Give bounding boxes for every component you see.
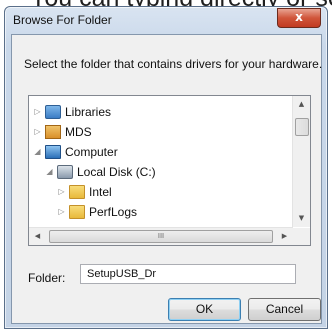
tree-item-label: Local Disk (C:) xyxy=(77,165,156,179)
tree-item-label: Intel xyxy=(89,185,112,199)
title-bar[interactable]: Browse For Folder x xyxy=(5,7,327,35)
collapse-arrow-icon[interactable]: ◢ xyxy=(45,167,54,176)
window-title: Browse For Folder xyxy=(13,13,112,27)
scroll-down-icon[interactable]: ▼ xyxy=(293,210,310,227)
scrollbar-corner xyxy=(293,228,310,245)
computer-icon xyxy=(45,145,61,159)
folder-tree[interactable]: ▷ Libraries ▷ MDS ◢ Computer ◢ Local Dis… xyxy=(28,95,311,246)
vertical-scroll-thumb[interactable] xyxy=(295,118,309,136)
user-folder-icon xyxy=(45,125,61,139)
horizontal-scroll-thumb[interactable]: III xyxy=(49,230,273,243)
tree-item-label: Computer xyxy=(65,145,118,159)
scroll-up-icon[interactable]: ▲ xyxy=(293,96,310,113)
folder-label: Folder: xyxy=(28,271,66,285)
horizontal-scrollbar[interactable]: ◀ III ▶ xyxy=(29,227,293,245)
scroll-left-icon[interactable]: ◀ xyxy=(29,228,46,245)
close-icon: x xyxy=(295,10,303,24)
expand-arrow-icon[interactable]: ▷ xyxy=(33,127,42,136)
ok-button[interactable]: OK xyxy=(168,298,241,321)
vertical-scrollbar[interactable]: ▲ ▼ xyxy=(292,96,310,227)
folder-field[interactable]: SetupUSB_Dr xyxy=(80,264,296,284)
tree-item-label: Libraries xyxy=(65,105,112,119)
close-button[interactable]: x xyxy=(277,8,321,28)
folder-icon xyxy=(69,205,85,219)
folder-icon xyxy=(69,185,85,199)
expand-arrow-icon[interactable]: ▷ xyxy=(33,107,42,116)
cancel-button[interactable]: Cancel xyxy=(248,298,321,321)
scroll-right-icon[interactable]: ▶ xyxy=(276,228,293,245)
tree-item-label: PerfLogs xyxy=(89,205,138,219)
browse-for-folder-dialog: Browse For Folder x Select the folder th… xyxy=(4,6,328,329)
libraries-icon xyxy=(45,105,61,119)
dialog-body: Select the folder that contains drivers … xyxy=(11,34,322,324)
tree-item-label: MDS xyxy=(65,125,92,139)
disk-drive-icon xyxy=(57,165,73,179)
expand-arrow-icon[interactable]: ▷ xyxy=(57,207,66,216)
instruction-text: Select the folder that contains drivers … xyxy=(24,57,323,71)
collapse-arrow-icon[interactable]: ◢ xyxy=(33,147,42,156)
expand-arrow-icon[interactable]: ▷ xyxy=(57,187,66,196)
